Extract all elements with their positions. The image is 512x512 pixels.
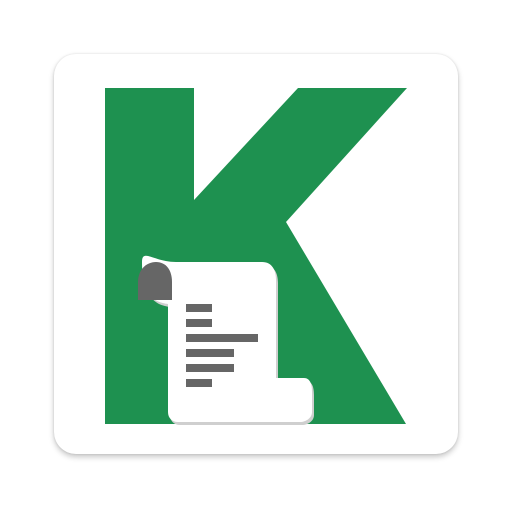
text-line — [186, 379, 212, 387]
app-icon-canvas — [0, 0, 512, 512]
text-line — [186, 364, 234, 372]
text-line — [186, 349, 234, 357]
text-line — [186, 304, 212, 312]
app-logo — [105, 88, 407, 425]
text-line — [186, 319, 212, 327]
text-line — [186, 334, 258, 342]
